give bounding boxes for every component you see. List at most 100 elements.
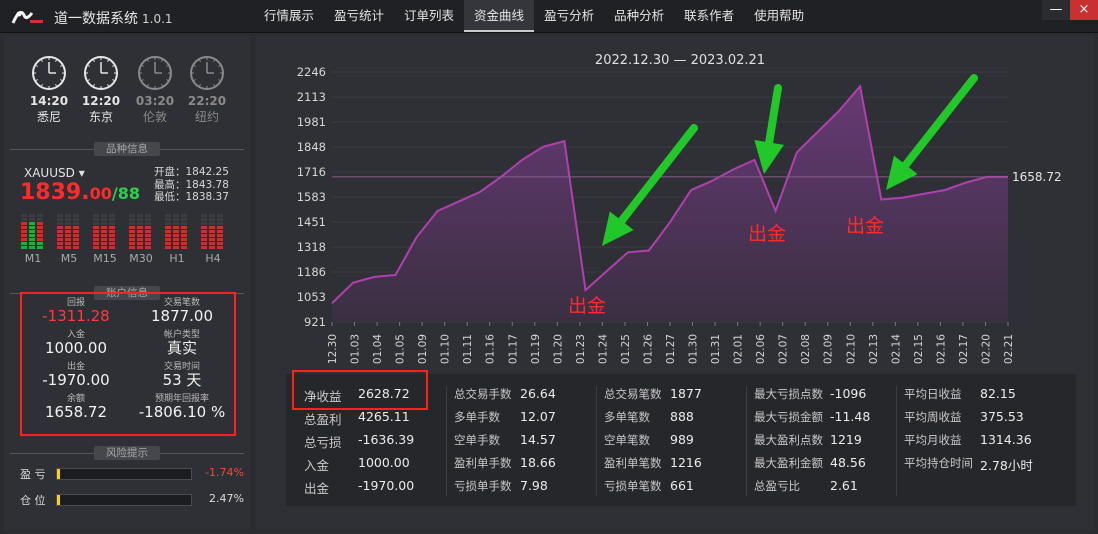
signal-meter-icon: [129, 214, 151, 249]
clock-time: 12:20: [81, 94, 121, 108]
app-logo-icon: [11, 10, 43, 24]
stat-label: 亏损单笔数: [604, 479, 662, 493]
timeframe-label: H4: [205, 252, 221, 265]
stat-3-2: 最大盈利点数 1219: [754, 432, 862, 448]
x-tick-label: 01.30: [688, 334, 700, 364]
x-tick-label: 02.21: [1003, 334, 1015, 364]
minimize-button[interactable]: —: [1042, 0, 1070, 20]
stat-value: 375.53: [980, 409, 1024, 424]
menu-item-2[interactable]: 订单列表: [394, 0, 464, 32]
x-tick-label: 02.06: [755, 334, 767, 364]
timeframe-m30[interactable]: M30: [128, 214, 154, 265]
high-price: 最高：1843.78: [154, 178, 229, 191]
stat-label: 空单手数: [454, 433, 500, 447]
stat-value: 82.15: [980, 386, 1016, 401]
signal-meter-icon: [57, 214, 79, 249]
risk-label: 盈 亏: [20, 468, 46, 481]
symbol-selector[interactable]: XAUUSD ▾: [24, 166, 85, 180]
x-tick-label: 01.25: [620, 334, 632, 364]
clock-icon: [190, 56, 224, 90]
x-tick-label: 01.31: [710, 334, 722, 364]
stat-0-3: 入金 1000.00: [304, 455, 410, 474]
symbol-name: XAUUSD: [24, 166, 75, 180]
y-tick-label: 921: [304, 315, 326, 329]
stat-0-2: 总亏损 -1636.39: [304, 432, 414, 451]
x-tick-label: 02.13: [868, 334, 880, 364]
x-tick-label: 12.30: [327, 334, 339, 364]
x-tick-label: 01.09: [417, 334, 429, 364]
timeframe-meters: M1 M5 M15 M30 H1 H4: [20, 214, 240, 274]
timeframe-m1[interactable]: M1: [20, 214, 46, 265]
stat-4-1: 平均周收益 375.53: [904, 409, 1024, 425]
stat-label: 盈利单笔数: [604, 456, 662, 470]
menu-item-1[interactable]: 盈亏统计: [324, 0, 394, 32]
column-separator: [896, 386, 897, 496]
account-value: -1311.28: [42, 307, 110, 325]
risk-bar-fill: [57, 495, 61, 505]
menu-item-3[interactable]: 资金曲线: [464, 0, 535, 32]
stat-label: 最大盈利点数: [754, 433, 823, 447]
stats-table: 净收益 2628.72 总盈利 4265.11 总亏损 -1636.39 入金 1000.00…: [286, 370, 1076, 506]
clock-1: 12:20 东京: [78, 54, 124, 125]
account-value: -1970.00: [42, 371, 110, 389]
account-cell-2: 入金 1000.00: [28, 330, 124, 357]
stat-label: 总亏损: [304, 435, 342, 450]
stat-label: 最大亏损金额: [754, 410, 823, 424]
clock-icon: [32, 56, 66, 90]
x-tick-label: 01.27: [665, 334, 677, 364]
close-button[interactable]: ×: [1070, 0, 1098, 20]
stat-label: 出金: [304, 481, 330, 496]
x-tick-label: 02.20: [980, 334, 992, 364]
stat-label: 平均周收益: [904, 410, 962, 424]
timeframe-m15[interactable]: M15: [92, 214, 118, 265]
clock-time: 14:20: [29, 94, 69, 108]
timeframe-h1[interactable]: H1: [164, 214, 190, 265]
price-small: 00: [89, 184, 112, 203]
x-tick-label: 02.08: [800, 334, 812, 364]
menu-item-7[interactable]: 使用帮助: [744, 0, 814, 32]
timeframe-m5[interactable]: M5: [56, 214, 82, 265]
x-tick-label: 02.01: [733, 334, 745, 364]
menu-item-4[interactable]: 盈亏分析: [534, 0, 604, 32]
y-tick-label: 1053: [297, 290, 326, 304]
stat-value: 661: [670, 478, 694, 493]
timeframe-label: M30: [129, 252, 153, 265]
stat-3-0: 最大亏损点数 -1096: [754, 386, 866, 402]
stat-value: 12.07: [520, 409, 556, 424]
stat-label: 盈利单手数: [454, 456, 512, 470]
signal-meter-icon: [201, 214, 223, 249]
stat-1-3: 盈利单手数 18.66: [454, 455, 556, 471]
stat-value: 1219: [830, 432, 862, 447]
x-tick-label: 01.26: [642, 334, 654, 364]
clock-time: 03:20: [135, 94, 175, 108]
column-separator: [446, 386, 447, 496]
y-tick-label: 1716: [297, 165, 326, 179]
y-tick-label: 1848: [297, 140, 326, 154]
stat-label: 多单手数: [454, 410, 500, 424]
chart-title: 2022.12.30 — 2023.02.21: [595, 53, 765, 68]
stat-label: 入金: [304, 458, 330, 473]
x-tick-label: 02.15: [913, 334, 925, 364]
menu-item-5[interactable]: 品种分析: [604, 0, 674, 32]
signal-meter-icon: [21, 214, 43, 249]
x-tick-label: 02.17: [958, 334, 970, 364]
x-tick-label: 01.11: [462, 334, 474, 364]
y-tick-label: 1583: [297, 190, 326, 204]
stat-value: 1877: [670, 386, 702, 401]
stat-2-1: 多单笔数 888: [604, 409, 694, 425]
risk-panel: 盈 亏 -1.74% 仓 位 2.47%: [4, 444, 250, 524]
stat-label: 总交易笔数: [604, 387, 662, 401]
stat-0-1: 总盈利 4265.11: [304, 409, 410, 428]
timeframe-h4[interactable]: H4: [200, 214, 226, 265]
timeframe-label: M5: [60, 252, 78, 265]
menu-item-6[interactable]: 联系作者: [674, 0, 744, 32]
x-tick-label: 02.16: [935, 334, 947, 364]
stat-label: 平均月收益: [904, 433, 962, 447]
account-value: 真实: [166, 339, 197, 357]
clock-0: 14:20 悉尼: [26, 54, 72, 125]
x-tick-label: 01.03: [350, 334, 362, 364]
low-price: 最低：1838.37: [154, 191, 229, 203]
menu-item-0[interactable]: 行情展示: [254, 0, 324, 32]
stat-label: 最大盈利金额: [754, 456, 823, 470]
signal-meter-icon: [93, 214, 115, 249]
